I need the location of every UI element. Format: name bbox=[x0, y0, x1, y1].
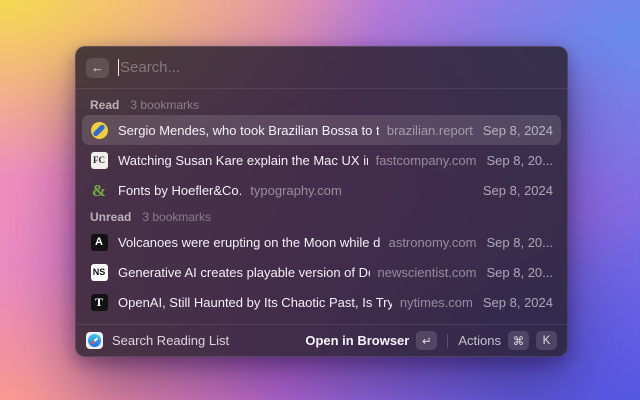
bookmark-title: Watching Susan Kare explain the Mac UX i… bbox=[118, 152, 368, 168]
command-palette-window: ← Read 3 bookmarks Sergio Mendes, who took… bbox=[75, 46, 568, 357]
ampersand-glyph: & bbox=[91, 180, 107, 200]
section-label: Unread bbox=[90, 210, 132, 224]
section-count: 3 bookmarks bbox=[130, 98, 200, 112]
bookmark-date: Sep 8, 2024 bbox=[482, 122, 553, 138]
back-button[interactable]: ← bbox=[86, 57, 109, 78]
brazilian-report-logo bbox=[90, 121, 108, 139]
list-item[interactable]: & Fonts by Hoefler&Co. typography.com Sep 8… bbox=[82, 175, 561, 205]
hoefler-ampersand-logo: & bbox=[90, 181, 108, 199]
enter-key-icon: ↵ bbox=[416, 331, 438, 350]
bookmark-date: Sep 8, 2024 bbox=[482, 294, 553, 310]
bookmark-title: Sergio Mendes, who took Brazilian Bossa … bbox=[118, 122, 379, 138]
command-title: Search Reading List bbox=[112, 333, 230, 348]
favicon-glyph-box: NS bbox=[90, 263, 108, 281]
favicon-glyph-box: T bbox=[90, 293, 108, 311]
fastcompany-logo: FC bbox=[90, 151, 108, 169]
bookmark-domain: fastcompany.com bbox=[375, 152, 477, 168]
nytimes-logo: T bbox=[90, 293, 108, 311]
list-item[interactable]: Sergio Mendes, who took Brazilian Bossa … bbox=[82, 115, 561, 145]
brazilian-report-circle bbox=[90, 121, 108, 139]
safari-compass-icon bbox=[88, 334, 101, 347]
bookmark-domain: newscientist.com bbox=[377, 264, 477, 280]
search-field-wrap bbox=[109, 47, 557, 88]
text-cursor bbox=[118, 59, 119, 76]
list-item[interactable]: NS Generative AI creates playable version… bbox=[82, 257, 561, 287]
section-header: Unread 3 bookmarks bbox=[82, 207, 561, 227]
k-key-icon: K bbox=[536, 331, 557, 350]
bookmark-domain: typography.com bbox=[250, 182, 342, 198]
favicon-glyph-box: A bbox=[90, 233, 108, 251]
list-item[interactable]: A Volcanoes were erupting on the Moon whi… bbox=[82, 227, 561, 257]
section-count: 3 bookmarks bbox=[142, 210, 212, 224]
safari-reading-list-icon bbox=[86, 332, 103, 349]
newscientist-logo: NS bbox=[90, 263, 108, 281]
bookmark-date: Sep 8, 20... bbox=[486, 264, 554, 280]
footer-actions: Open in Browser ↵ Actions ⌘ K bbox=[305, 331, 557, 350]
search-input[interactable] bbox=[109, 59, 557, 76]
search-bar: ← bbox=[76, 47, 567, 89]
open-in-browser-button[interactable]: Open in Browser bbox=[305, 333, 409, 348]
bookmark-list: Read 3 bookmarks Sergio Mendes, who took B… bbox=[76, 89, 567, 324]
bookmark-date: Sep 8, 20... bbox=[486, 152, 554, 168]
section-label: Read bbox=[90, 98, 120, 112]
back-arrow-icon: ← bbox=[91, 60, 104, 75]
bookmark-title: Generative AI creates playable version o… bbox=[118, 264, 370, 280]
footer-divider bbox=[447, 333, 449, 348]
favicon-glyph-box: FC bbox=[90, 151, 108, 169]
list-item[interactable]: FC Watching Susan Kare explain the Mac UX… bbox=[82, 145, 561, 175]
bookmark-date: Sep 8, 20... bbox=[486, 234, 554, 250]
footer-bar: Search Reading List Open in Browser ↵ Ac… bbox=[76, 324, 567, 356]
section-header: Read 3 bookmarks bbox=[82, 95, 561, 115]
astronomy-logo: A bbox=[90, 233, 108, 251]
bookmark-domain: astronomy.com bbox=[388, 234, 477, 250]
bookmark-domain: brazilian.report bbox=[386, 122, 473, 138]
bookmark-title: Volcanoes were erupting on the Moon whil… bbox=[118, 234, 381, 250]
actions-button[interactable]: Actions bbox=[458, 333, 501, 348]
command-key-icon: ⌘ bbox=[508, 331, 529, 350]
bookmark-title: OpenAI, Still Haunted by Its Chaotic Pas… bbox=[118, 294, 392, 310]
bookmark-date: Sep 8, 2024 bbox=[482, 182, 553, 198]
list-item[interactable]: T OpenAI, Still Haunted by Its Chaotic Pa… bbox=[82, 287, 561, 317]
bookmark-title: Fonts by Hoefler&Co. bbox=[118, 182, 243, 198]
bookmark-domain: nytimes.com bbox=[399, 294, 473, 310]
